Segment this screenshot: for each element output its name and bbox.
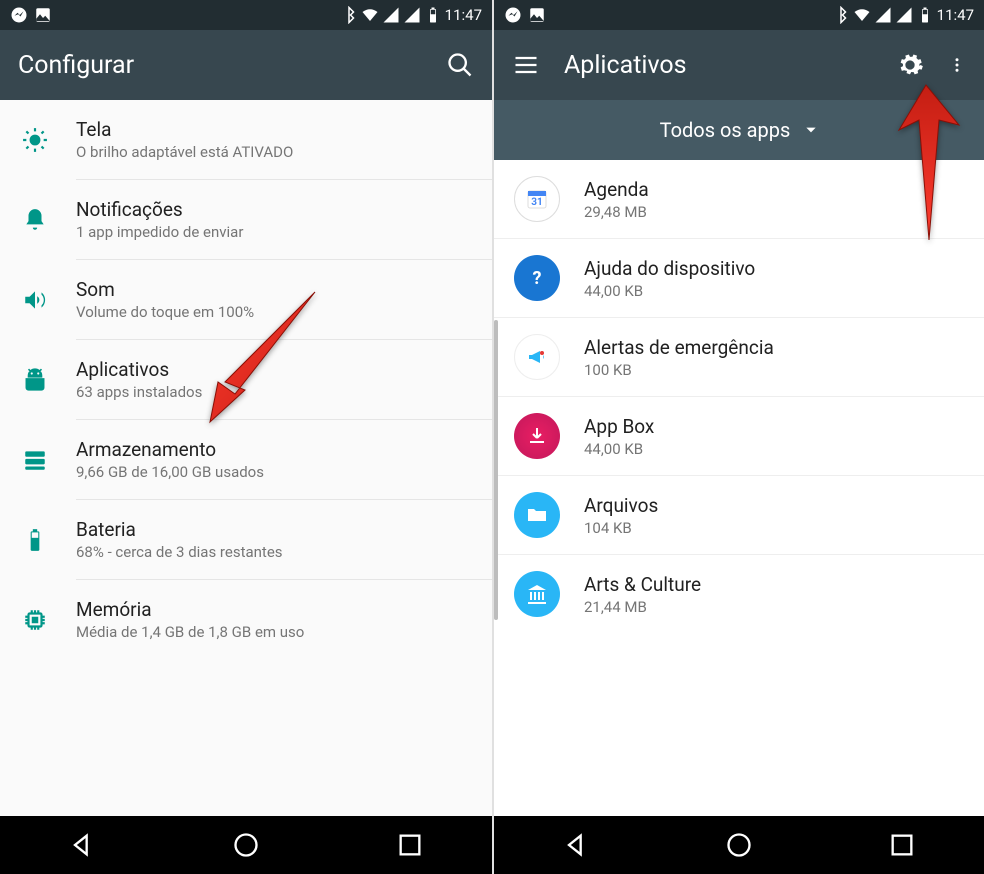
signal-icon-2 <box>403 6 421 24</box>
hamburger-icon[interactable] <box>512 51 540 79</box>
search-icon[interactable] <box>446 51 474 79</box>
battery-icon <box>424 6 442 24</box>
android-icon <box>20 365 50 395</box>
settings-list[interactable]: Tela O brilho adaptável está ATIVADO Noti… <box>0 100 492 816</box>
nav-bar <box>0 816 492 874</box>
app-size: 100 KB <box>584 361 964 379</box>
gallery-icon <box>34 6 52 24</box>
status-time: 11:47 <box>937 6 974 24</box>
app-size: 44,00 KB <box>584 282 964 300</box>
setting-memory[interactable]: Memória Média de 1,4 GB de 1,8 GB em uso <box>0 580 492 659</box>
gear-icon[interactable] <box>896 51 924 79</box>
setting-sound[interactable]: Som Volume do toque em 100% <box>0 260 492 339</box>
bluetooth-icon <box>340 6 358 24</box>
setting-sub: Média de 1,4 GB de 1,8 GB em uso <box>76 623 472 641</box>
nav-recent[interactable] <box>396 831 424 859</box>
app-name: Alertas de emergência <box>584 336 964 359</box>
wifi-icon <box>361 6 379 24</box>
museum-icon <box>514 571 560 617</box>
setting-display[interactable]: Tela O brilho adaptável está ATIVADO <box>0 100 492 179</box>
signal-icon-2 <box>895 6 913 24</box>
setting-title: Tela <box>76 118 472 141</box>
app-bar-apps: Aplicativos <box>494 30 984 100</box>
setting-title: Aplicativos <box>76 358 472 381</box>
bell-icon <box>20 205 50 235</box>
app-size: 44,00 KB <box>584 440 964 458</box>
app-row-emergency[interactable]: Alertas de emergência 100 KB <box>494 317 984 396</box>
app-name: Arquivos <box>584 494 964 517</box>
help-icon: ? <box>514 255 560 301</box>
app-row-agenda[interactable]: 31 Agenda 29,48 MB <box>494 160 984 238</box>
megaphone-icon <box>514 334 560 380</box>
nav-recent[interactable] <box>888 831 916 859</box>
setting-title: Memória <box>76 598 472 621</box>
status-bar: 11:47 <box>0 0 492 30</box>
setting-title: Bateria <box>76 518 472 541</box>
chevron-down-icon <box>804 123 818 137</box>
svg-text:?: ? <box>533 268 542 289</box>
setting-storage[interactable]: Armazenamento 9,66 GB de 16,00 GB usados <box>0 420 492 499</box>
battery-icon <box>20 525 50 555</box>
app-size: 21,44 MB <box>584 598 964 616</box>
filter-dropdown[interactable]: Todos os apps <box>494 100 984 160</box>
svg-text:31: 31 <box>531 197 542 208</box>
nav-back[interactable] <box>562 831 590 859</box>
battery-icon <box>916 6 934 24</box>
setting-sub: 1 app impedido de enviar <box>76 223 472 241</box>
setting-battery[interactable]: Bateria 68% - cerca de 3 dias restantes <box>0 500 492 579</box>
messenger-icon <box>10 6 28 24</box>
app-row-arts[interactable]: Arts & Culture 21,44 MB <box>494 554 984 633</box>
setting-sub: O brilho adaptável está ATIVADO <box>76 143 472 161</box>
apps-list[interactable]: 31 Agenda 29,48 MB ? Ajuda do dispositivo… <box>494 160 984 816</box>
nav-home[interactable] <box>232 831 260 859</box>
bluetooth-icon <box>832 6 850 24</box>
wifi-icon <box>853 6 871 24</box>
setting-title: Som <box>76 278 472 301</box>
filter-label: Todos os apps <box>660 118 791 142</box>
memory-icon <box>20 605 50 635</box>
phone-left-settings: 11:47 Configurar Tela O brilho adaptável … <box>0 0 492 874</box>
setting-title: Armazenamento <box>76 438 472 461</box>
nav-bar <box>494 816 984 874</box>
status-time: 11:47 <box>445 6 482 24</box>
nav-back[interactable] <box>68 831 96 859</box>
app-size: 29,48 MB <box>584 203 964 221</box>
setting-sub: 63 apps instalados <box>76 383 472 401</box>
page-title: Configurar <box>18 51 134 80</box>
storage-icon <box>20 445 50 475</box>
scrollbar[interactable] <box>494 320 498 620</box>
app-name: Agenda <box>584 178 964 201</box>
app-name: Arts & Culture <box>584 573 964 596</box>
folder-icon <box>514 492 560 538</box>
calendar-icon: 31 <box>514 176 560 222</box>
gallery-icon <box>528 6 546 24</box>
app-size: 104 KB <box>584 519 964 537</box>
page-title: Aplicativos <box>564 51 687 80</box>
volume-icon <box>20 285 50 315</box>
app-name: App Box <box>584 415 964 438</box>
phone-right-apps: 11:47 Aplicativos Todos os apps 31 Agend… <box>492 0 984 874</box>
app-row-files[interactable]: Arquivos 104 KB <box>494 475 984 554</box>
setting-apps[interactable]: Aplicativos 63 apps instalados <box>0 340 492 419</box>
download-icon <box>514 413 560 459</box>
signal-icon <box>874 6 892 24</box>
setting-sub: Volume do toque em 100% <box>76 303 472 321</box>
overflow-icon[interactable] <box>948 51 966 79</box>
status-bar: 11:47 <box>494 0 984 30</box>
signal-icon <box>382 6 400 24</box>
app-row-help[interactable]: ? Ajuda do dispositivo 44,00 KB <box>494 238 984 317</box>
app-row-appbox[interactable]: App Box 44,00 KB <box>494 396 984 475</box>
setting-sub: 9,66 GB de 16,00 GB usados <box>76 463 472 481</box>
brightness-icon <box>20 125 50 155</box>
setting-notifications[interactable]: Notificações 1 app impedido de enviar <box>0 180 492 259</box>
setting-sub: 68% - cerca de 3 dias restantes <box>76 543 472 561</box>
messenger-icon <box>504 6 522 24</box>
app-name: Ajuda do dispositivo <box>584 257 964 280</box>
setting-title: Notificações <box>76 198 472 221</box>
app-bar-settings: Configurar <box>0 30 492 100</box>
nav-home[interactable] <box>725 831 753 859</box>
